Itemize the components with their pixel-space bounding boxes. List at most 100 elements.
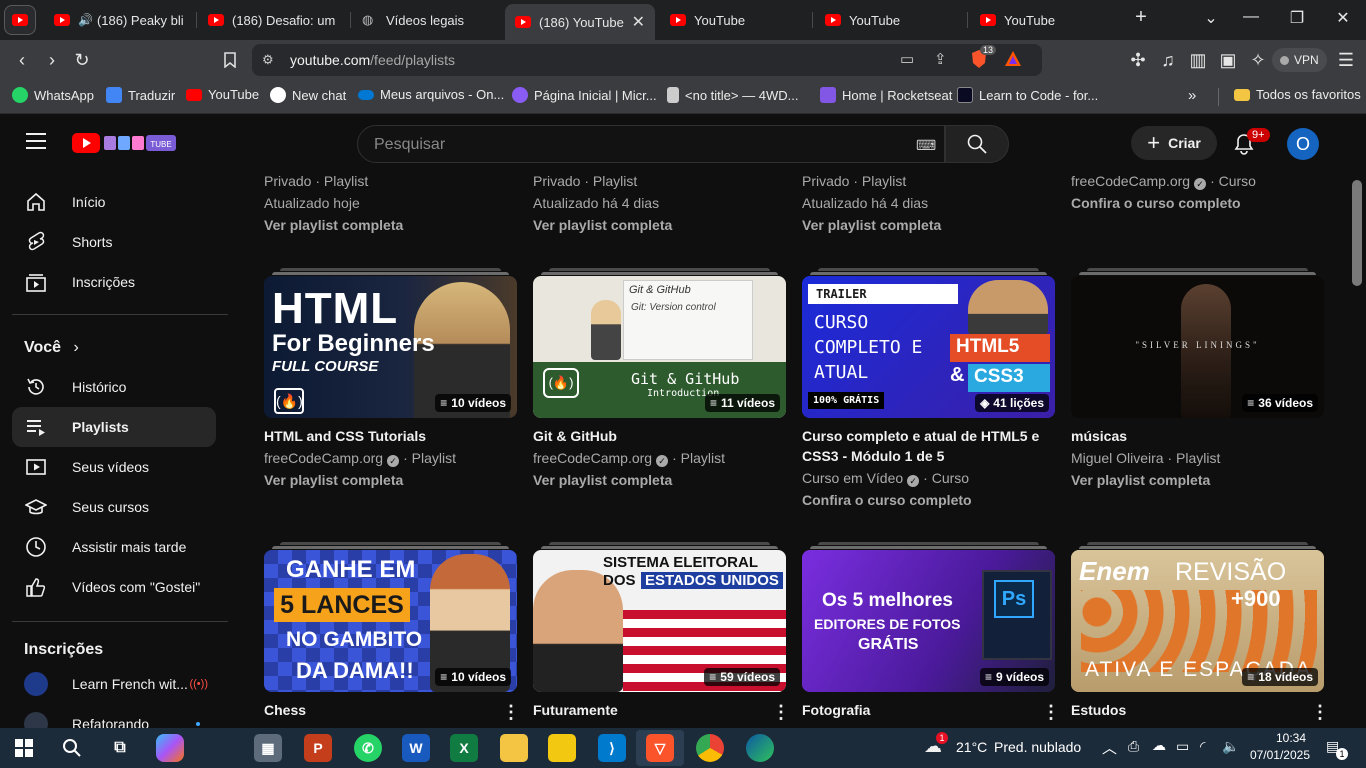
bookmarks-overflow-icon[interactable]: » [1188, 87, 1196, 104]
word-icon[interactable]: W [402, 734, 430, 762]
maximize-button[interactable]: ❐ [1283, 8, 1311, 28]
brave-rewards-icon[interactable] [1004, 50, 1022, 73]
view-full-playlist-link[interactable]: Ver playlist completa [1071, 472, 1210, 488]
page-scrollbar-thumb[interactable] [1352, 180, 1362, 286]
bookmark-new-chat[interactable]: New chat [270, 87, 346, 103]
youtube-logo[interactable]: TUBE [72, 132, 178, 159]
new-tab-button[interactable]: + [1127, 6, 1155, 29]
address-bar[interactable]: ⚙ youtube.com/feed/playlists ▭ ⇪ 13 [252, 44, 1042, 76]
power-bi-icon[interactable] [548, 734, 576, 762]
bookmark-4wd[interactable]: <no title> — 4WD... [667, 87, 798, 103]
bookmark-icon[interactable] [220, 50, 240, 70]
tab-peaky[interactable]: 🔊 (186) Peaky blin [44, 4, 194, 36]
sidebar-item-seus-cursos[interactable]: Seus cursos [12, 487, 216, 527]
leo-ai-icon[interactable]: ✧ [1248, 50, 1268, 70]
vpn-button[interactable]: VPN [1272, 48, 1327, 72]
edge-icon[interactable] [746, 734, 774, 762]
vscode-icon[interactable]: ⟩ [598, 734, 626, 762]
sidebar-sub-refatorando[interactable]: Refatorando [12, 704, 216, 728]
sidebar-item-seus-videos[interactable]: Seus vídeos [12, 447, 216, 487]
extensions-icon[interactable]: ✣ [1128, 50, 1148, 70]
channel-name[interactable]: Curso em Vídeo [802, 470, 903, 486]
channel-name[interactable]: freeCodeCamp.org [533, 450, 652, 466]
bookmark-freecodecamp[interactable]: Learn to Code - for... [957, 87, 1098, 103]
playlist-title[interactable]: Fotografia [802, 700, 1042, 720]
playlist-thumbnail[interactable]: Ps Os 5 melhores EDITORES DE FOTOS GRÁTI… [802, 550, 1055, 692]
back-arrow-icon[interactable]: ‹ [12, 50, 32, 70]
view-full-playlist-link[interactable]: Ver playlist completa [264, 217, 403, 233]
channel-name[interactable]: Miguel Oliveira [1071, 450, 1164, 466]
tab-list-chevron-icon[interactable]: ⌄ [1197, 8, 1225, 28]
tab-desafio[interactable]: (186) Desafio: um si [198, 4, 348, 36]
tab-youtube-4[interactable]: YouTube [970, 4, 1120, 36]
tab-videos-legais[interactable]: ◍ Vídeos legais [352, 4, 502, 36]
tab-youtube-2[interactable]: YouTube [660, 4, 810, 36]
bookmark-whatsapp[interactable]: WhatsApp [12, 87, 94, 103]
battery-icon[interactable]: ▭ [1176, 738, 1189, 755]
clock-time[interactable]: 10:34 [1254, 731, 1306, 745]
playlist-thumbnail[interactable]: "SILVER LININGS" ≡ 36 vídeos [1071, 276, 1324, 418]
hamburger-menu-icon[interactable]: ☰ [1336, 50, 1356, 70]
sidebar-item-inscricoes[interactable]: Inscrições [12, 262, 216, 302]
channel-name[interactable]: freeCodeCamp.org [264, 450, 383, 466]
sidebar-item-playlists[interactable]: Playlists [12, 407, 216, 447]
close-icon[interactable]: ✕ [624, 12, 645, 32]
sidebar-item-historico[interactable]: Histórico [12, 367, 216, 407]
more-actions-icon[interactable]: ⋮ [772, 702, 790, 723]
playlist-title[interactable]: músicas [1071, 426, 1311, 446]
sidebar-sub-learn-french[interactable]: Learn French wit... ((•)) [12, 664, 216, 704]
playlist-title[interactable]: Estudos [1071, 700, 1311, 720]
tray-app-icon[interactable]: ⎙ [1128, 738, 1139, 755]
cast-icon[interactable]: ▭ [900, 50, 914, 68]
playlist-title[interactable]: Futuramente [533, 700, 773, 720]
view-full-course-link[interactable]: Confira o curso completo [1071, 195, 1241, 211]
all-favorites-folder[interactable]: Todos os favoritos [1234, 87, 1361, 102]
course-title[interactable]: Curso completo e atual de HTML5 e CSS3 -… [802, 426, 1047, 466]
you-section-header[interactable]: Você › [24, 339, 79, 357]
view-full-playlist-link[interactable]: Ver playlist completa [802, 217, 941, 233]
more-actions-icon[interactable]: ⋮ [502, 702, 520, 723]
more-actions-icon[interactable]: ⋮ [1311, 702, 1329, 723]
sidebar-toggle-icon[interactable]: ▥ [1188, 50, 1208, 70]
chrome-icon[interactable] [696, 734, 724, 762]
sidebar-item-inicio[interactable]: Início [12, 182, 216, 222]
onedrive-icon[interactable]: ☁ [1152, 737, 1166, 754]
playlist-thumbnail[interactable]: HTML For Beginners FULL COURSE (🔥) ≡ 10 v… [264, 276, 517, 418]
wallet-icon[interactable]: ▣ [1218, 50, 1238, 70]
volume-icon[interactable]: 🔈 [1222, 738, 1239, 755]
view-full-playlist-link[interactable]: Ver playlist completa [533, 472, 672, 488]
playlist-title[interactable]: HTML and CSS Tutorials [264, 426, 504, 446]
sidebar-item-gostei[interactable]: Vídeos com "Gostei" [12, 567, 216, 607]
reload-icon[interactable]: ↻ [72, 50, 92, 70]
wifi-icon[interactable]: ◜ [1200, 738, 1205, 755]
bookmark-youtube[interactable]: YouTube [186, 87, 259, 102]
playlist-thumbnail[interactable]: SISTEMA ELEITORAL DOS ESTADOS UNIDOS ≡ 59… [533, 550, 786, 692]
brave-browser-icon[interactable]: ▽ [646, 734, 674, 762]
more-actions-icon[interactable]: ⋮ [1042, 702, 1060, 723]
music-icon[interactable]: ♫ [1158, 50, 1178, 70]
keyboard-icon[interactable]: ⌨ [916, 137, 936, 154]
bookmark-rocketseat[interactable]: Home | Rocketseat [820, 87, 952, 103]
view-full-playlist-link[interactable]: Ver playlist completa [264, 472, 403, 488]
bookmark-microsoft[interactable]: Página Inicial | Micr... [512, 87, 657, 103]
powerpoint-icon[interactable]: P [304, 734, 332, 762]
playlist-thumbnail[interactable]: Enem REVISÃO +900 ATIVA E ESPAÇADA ≡ 18 v… [1071, 550, 1324, 692]
windows-start-icon[interactable] [10, 734, 38, 762]
bookmark-traduzir[interactable]: Traduzir [106, 87, 175, 103]
search-box[interactable]: Pesquisar ⌨ [357, 125, 945, 163]
share-icon[interactable]: ⇪ [934, 50, 947, 68]
tab-youtube-3[interactable]: YouTube [815, 4, 965, 36]
clock-date[interactable]: 07/01/2025 [1246, 748, 1310, 762]
forward-arrow-icon[interactable]: › [42, 50, 62, 70]
calculator-icon[interactable]: ▦ [254, 734, 282, 762]
search-input[interactable]: Pesquisar [374, 136, 445, 154]
course-thumbnail[interactable]: TRAILER CURSO COMPLETO E ATUAL HTML5 & C… [802, 276, 1055, 418]
playlist-title[interactable]: Git & GitHub [533, 426, 773, 446]
create-button[interactable]: + Criar [1131, 126, 1217, 160]
copilot-icon[interactable] [156, 734, 184, 762]
tab-audio-icon[interactable]: 🔊 [78, 13, 93, 27]
channel-name[interactable]: freeCodeCamp.org [1071, 173, 1190, 189]
file-explorer-icon[interactable] [500, 734, 528, 762]
task-view-icon[interactable]: ⧉ [106, 734, 134, 762]
minimize-button[interactable]: — [1237, 8, 1265, 26]
